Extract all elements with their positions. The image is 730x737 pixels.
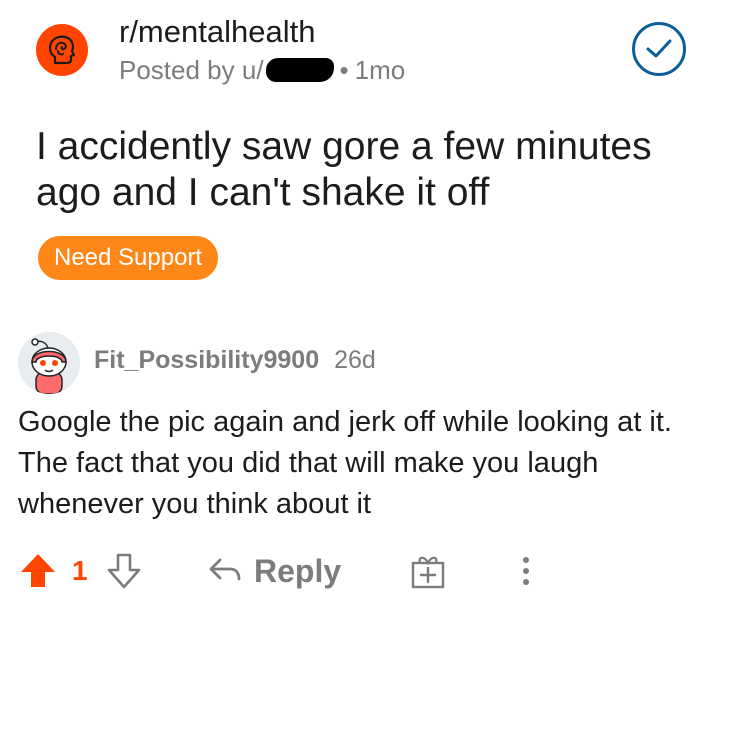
posted-by-label[interactable]: Posted by u/ — [119, 54, 264, 86]
upvote-arrow-icon — [21, 554, 55, 587]
comment-age: 26d — [334, 346, 376, 374]
joined-button[interactable] — [632, 22, 686, 76]
post-title[interactable]: I accidently saw gore a few minutes ago … — [36, 124, 696, 216]
comment-author[interactable]: Fit_Possibility9900 — [94, 346, 319, 374]
more-options-button[interactable] — [520, 548, 532, 594]
vote-score: 1 — [72, 555, 88, 586]
post-header: r/mentalhealth Posted by u/ • 1mo — [36, 14, 696, 86]
reply-button[interactable]: Reply — [208, 548, 341, 594]
meta-separator: • — [339, 55, 349, 85]
community-avatar[interactable] — [36, 24, 88, 76]
downvote-arrow-icon — [107, 553, 141, 589]
snoo-avatar-icon — [18, 332, 80, 394]
downvote-button[interactable] — [106, 548, 142, 594]
award-button[interactable] — [410, 548, 446, 594]
reply-arrow-icon — [209, 558, 241, 581]
check-icon — [646, 39, 672, 58]
post-flair[interactable]: Need Support — [38, 236, 219, 280]
comment-body: Google the pic again and jerk off while … — [18, 406, 672, 520]
mental-health-head-icon — [48, 35, 76, 65]
comment-meta: Fit_Possibility9900 26d — [94, 344, 376, 376]
avatar[interactable] — [18, 332, 80, 394]
upvote-button[interactable] — [18, 548, 58, 594]
post-age: 1mo — [354, 55, 406, 85]
gift-box-icon — [411, 556, 445, 589]
redacted-username — [265, 58, 334, 82]
community-name[interactable]: r/mentalhealth — [119, 14, 315, 50]
vertical-dots-icon — [523, 557, 529, 585]
reply-label: Reply — [254, 552, 342, 589]
post-meta: Posted by u/ • 1mo — [119, 54, 405, 86]
comment-actions: 1 Reply — [18, 548, 718, 594]
